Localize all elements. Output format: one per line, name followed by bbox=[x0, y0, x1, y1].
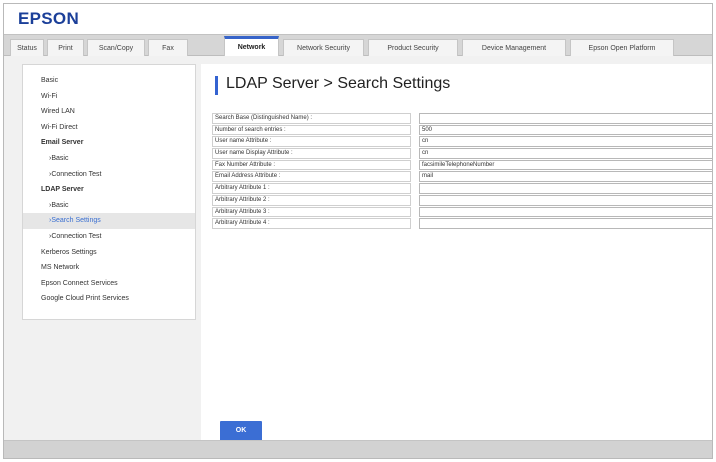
sidebar-nav: Basic Wi-Fi Wired LAN Wi-Fi Direct Email… bbox=[22, 64, 196, 320]
form-row: Arbitrary Attribute 4 : bbox=[212, 218, 712, 230]
sidebar-item-email-basic[interactable]: ›Basic bbox=[23, 151, 195, 167]
number-of-search-entries-input[interactable]: 500 bbox=[419, 124, 712, 136]
user-name-attribute-input[interactable]: cn bbox=[419, 136, 712, 148]
arbitrary-attribute-2-input[interactable] bbox=[419, 194, 712, 206]
arbitrary-attribute-4-label: Arbitrary Attribute 4 : bbox=[212, 218, 411, 229]
sidebar-item-wifi-direct[interactable]: Wi-Fi Direct bbox=[23, 120, 195, 136]
epson-logo: EPSON bbox=[18, 9, 80, 28]
sidebar-item-kerberos-settings[interactable]: Kerberos Settings bbox=[23, 245, 195, 261]
form-row: Fax Number Attribute : facsimileTelephon… bbox=[212, 159, 712, 172]
arbitrary-attribute-1-input[interactable] bbox=[419, 183, 712, 194]
sidebar-item-wired-lan[interactable]: Wired LAN bbox=[23, 104, 195, 120]
tab-fax[interactable]: Fax bbox=[148, 39, 188, 56]
email-address-attribute-input[interactable]: mail bbox=[419, 171, 712, 183]
sidebar-item-ldap-search-settings[interactable]: ›Search Settings bbox=[23, 213, 195, 229]
tab-status[interactable]: Status bbox=[10, 39, 44, 56]
footer-bar bbox=[4, 440, 712, 458]
sidebar-item-google-cloud-print-services[interactable]: Google Cloud Print Services bbox=[23, 291, 195, 307]
form-row: Email Address Attribute : mail bbox=[212, 171, 712, 183]
tab-scan-copy[interactable]: Scan/Copy bbox=[87, 39, 145, 56]
web-config-window: EPSON Status Print Scan/Copy Fax Network… bbox=[3, 3, 713, 459]
search-base-input[interactable] bbox=[419, 113, 712, 124]
user-name-attribute-label: User name Attribute : bbox=[212, 136, 411, 148]
form-row: Arbitrary Attribute 1 : bbox=[212, 183, 712, 195]
form-row: Arbitrary Attribute 3 : bbox=[212, 206, 712, 219]
form-row: User name Attribute : cn bbox=[212, 136, 712, 148]
arbitrary-attribute-3-input[interactable] bbox=[419, 206, 712, 218]
arbitrary-attribute-4-input[interactable] bbox=[419, 218, 712, 229]
sidebar-item-ldap-connection-test[interactable]: ›Connection Test bbox=[23, 229, 195, 245]
search-base-label: Search Base (Distinguished Name) : bbox=[212, 113, 411, 124]
sidebar-item-epson-connect-services[interactable]: Epson Connect Services bbox=[23, 276, 195, 292]
email-address-attribute-label: Email Address Attribute : bbox=[212, 171, 411, 183]
sidebar-section-email-server[interactable]: Email Server bbox=[23, 135, 195, 151]
tab-epson-open-platform[interactable]: Epson Open Platform bbox=[570, 39, 674, 56]
form-row: Arbitrary Attribute 2 : bbox=[212, 194, 712, 207]
form-row: Number of search entries : 500 bbox=[212, 124, 712, 137]
number-of-search-entries-label: Number of search entries : bbox=[212, 124, 411, 136]
brand-bar: EPSON bbox=[4, 4, 712, 34]
user-name-display-attribute-input[interactable]: cn bbox=[419, 148, 712, 159]
sidebar-item-ms-network[interactable]: MS Network bbox=[23, 260, 195, 276]
fax-number-attribute-input[interactable]: facsimileTelephoneNumber bbox=[419, 159, 712, 171]
sidebar-item-basic[interactable]: Basic bbox=[23, 73, 195, 89]
sidebar-item-email-connection-test[interactable]: ›Connection Test bbox=[23, 167, 195, 183]
main-tab-bar: Status Print Scan/Copy Fax Network Netwo… bbox=[4, 34, 712, 57]
sidebar-item-ldap-basic[interactable]: ›Basic bbox=[23, 198, 195, 214]
tab-product-security[interactable]: Product Security bbox=[368, 39, 458, 56]
tab-device-management[interactable]: Device Management bbox=[462, 39, 566, 56]
tab-network-security[interactable]: Network Security bbox=[283, 39, 364, 56]
main-panel: LDAP Server > Search Settings Search Bas… bbox=[201, 64, 712, 441]
title-accent-bar bbox=[215, 76, 218, 95]
page-title: LDAP Server > Search Settings bbox=[226, 75, 451, 92]
sidebar-section-ldap-server[interactable]: LDAP Server bbox=[23, 182, 195, 198]
tab-network[interactable]: Network bbox=[224, 36, 279, 57]
search-settings-form: Search Base (Distinguished Name) : Numbe… bbox=[212, 113, 712, 230]
sidebar-item-wifi[interactable]: Wi-Fi bbox=[23, 89, 195, 105]
arbitrary-attribute-3-label: Arbitrary Attribute 3 : bbox=[212, 206, 411, 218]
arbitrary-attribute-1-label: Arbitrary Attribute 1 : bbox=[212, 183, 411, 194]
form-row: Search Base (Distinguished Name) : bbox=[212, 113, 712, 125]
ok-button[interactable]: OK bbox=[220, 421, 262, 441]
tab-print[interactable]: Print bbox=[47, 39, 84, 56]
form-row: User name Display Attribute : cn bbox=[212, 148, 712, 160]
arbitrary-attribute-2-label: Arbitrary Attribute 2 : bbox=[212, 194, 411, 206]
fax-number-attribute-label: Fax Number Attribute : bbox=[212, 159, 411, 171]
user-name-display-attribute-label: User name Display Attribute : bbox=[212, 148, 411, 159]
